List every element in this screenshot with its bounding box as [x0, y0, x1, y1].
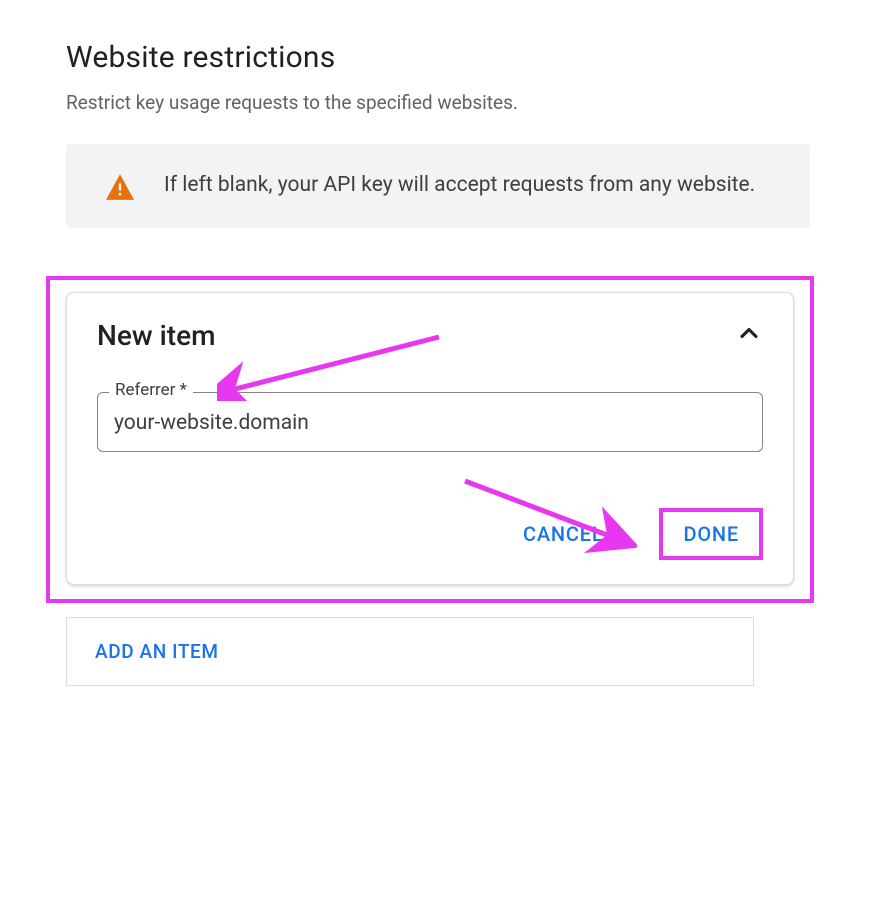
card-actions: CANCEL DONE — [97, 508, 763, 560]
new-item-card: New item Referrer * CANCEL DONE — [66, 292, 794, 585]
chevron-up-icon[interactable] — [735, 319, 763, 351]
done-button[interactable]: DONE — [663, 512, 759, 556]
annotation-highlight-box: New item Referrer * CANCEL DONE — [46, 276, 814, 603]
annotation-highlight-done: DONE — [659, 508, 763, 560]
referrer-input[interactable] — [97, 392, 763, 452]
section-subtitle: Restrict key usage requests to the speci… — [66, 89, 810, 118]
cancel-button[interactable]: CANCEL — [503, 510, 623, 558]
referrer-label: Referrer * — [109, 380, 193, 400]
warning-text: If left blank, your API key will accept … — [164, 168, 755, 203]
card-header: New item — [97, 319, 763, 352]
page-root: Website restrictions Restrict key usage … — [0, 0, 870, 906]
warning-icon — [106, 174, 134, 204]
section-title: Website restrictions — [66, 40, 810, 75]
new-item-title: New item — [97, 319, 215, 352]
referrer-field-wrap: Referrer * — [97, 392, 763, 452]
warning-banner: If left blank, your API key will accept … — [66, 144, 810, 228]
add-item-button[interactable]: ADD AN ITEM — [66, 617, 754, 686]
